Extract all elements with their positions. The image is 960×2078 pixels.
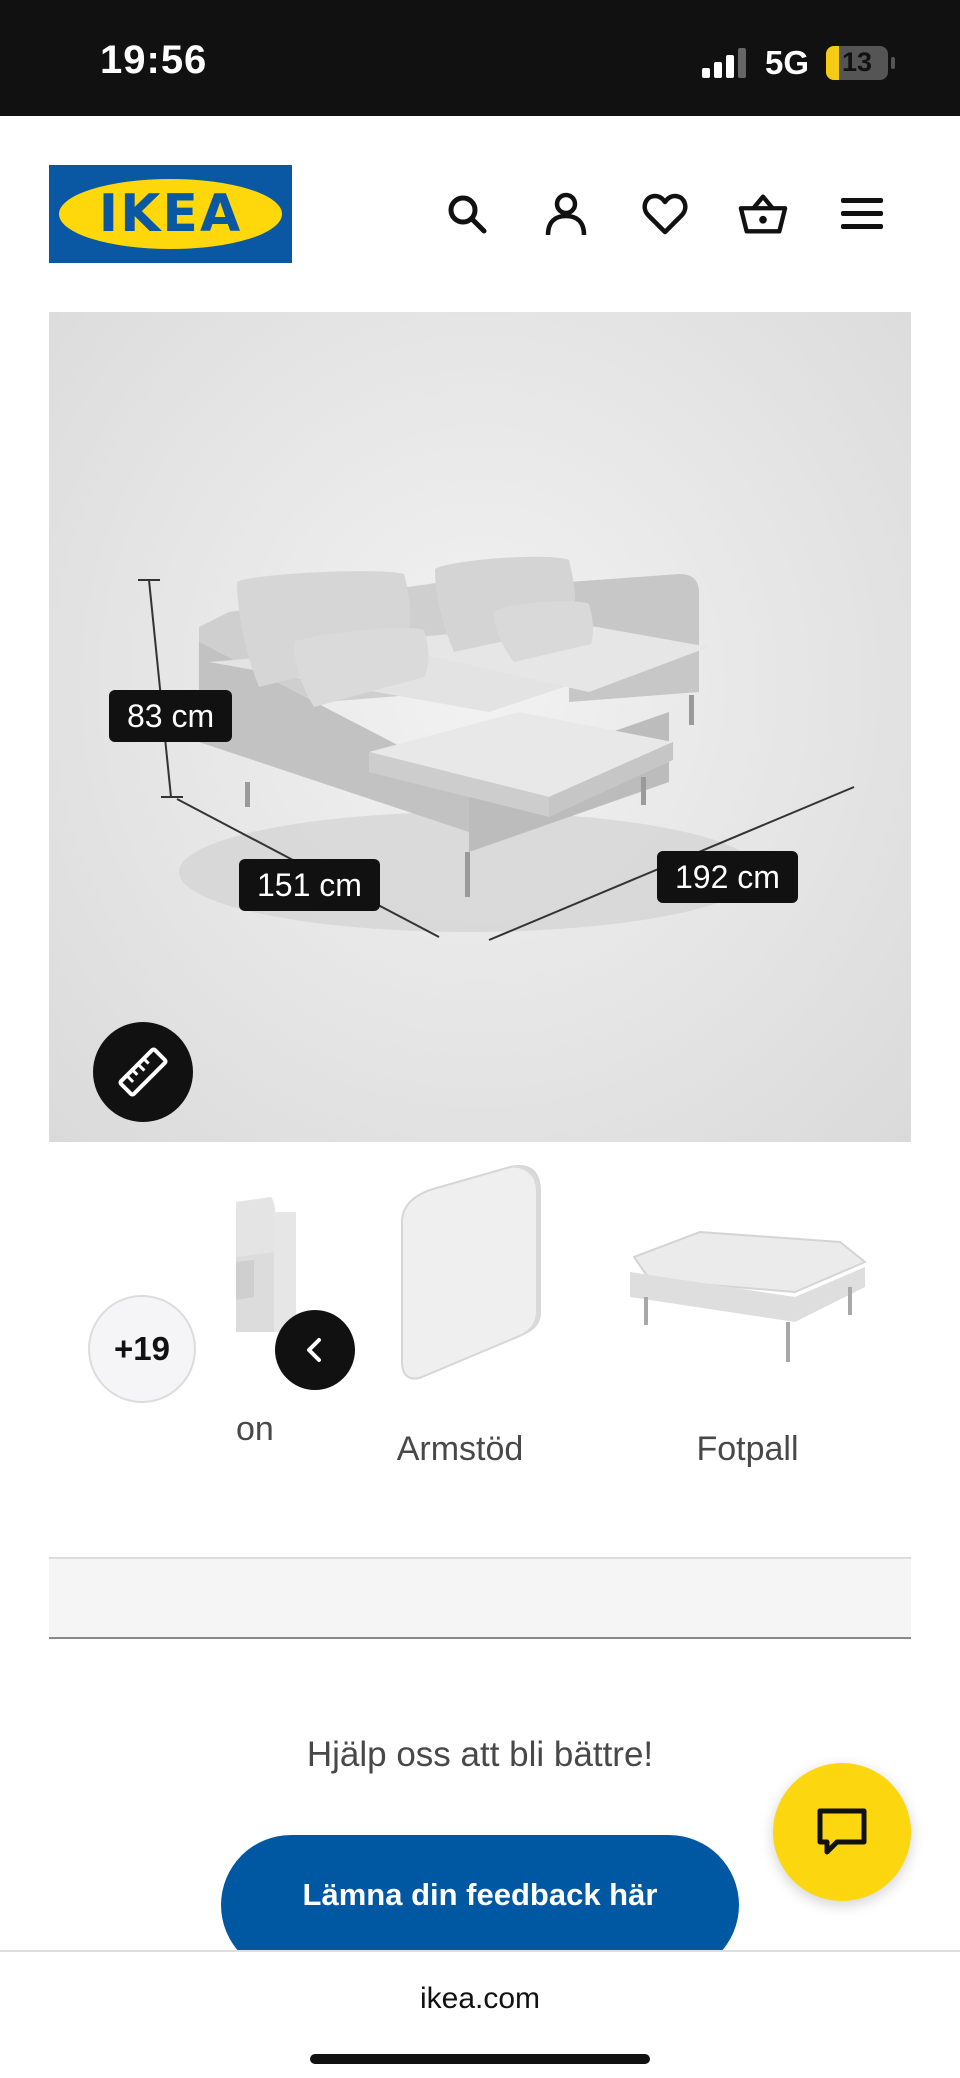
browser-url-bar[interactable]: ikea.com: [0, 1950, 960, 2078]
thumbnail-label: Armstöd: [396, 1430, 524, 1468]
thumbnail-footstool[interactable]: Fotpall: [620, 1162, 875, 1482]
battery-level: 13: [841, 47, 873, 77]
collapsed-section[interactable]: [49, 1557, 911, 1639]
measure-button[interactable]: [93, 1022, 193, 1122]
thumbnail-armrest[interactable]: Armstöd: [360, 1162, 560, 1482]
battery-tip: [891, 57, 895, 69]
ruler-icon: [118, 1047, 168, 1097]
more-images-button[interactable]: +19: [88, 1295, 196, 1403]
logo-text: IKEA: [98, 184, 243, 244]
heart-icon[interactable]: [640, 189, 690, 239]
carousel-prev-button[interactable]: [275, 1310, 355, 1390]
width-dimension-label: 192 cm: [657, 851, 798, 903]
url-text: ikea.com: [419, 1982, 541, 2015]
home-indicator: [310, 2054, 650, 2064]
thumbnail-partial[interactable]: on: [236, 1142, 306, 1482]
signal-icon: [702, 48, 746, 78]
status-time: 19:56: [100, 38, 208, 82]
thumbnail-label: on: [236, 1410, 274, 1448]
site-header: IKEA: [0, 116, 960, 312]
chevron-left-icon: [307, 1338, 321, 1362]
battery-icon: 13: [826, 46, 888, 80]
account-icon[interactable]: [541, 189, 591, 239]
height-dimension-label: 83 cm: [109, 690, 233, 742]
menu-icon[interactable]: [837, 189, 887, 239]
product-thumbnails: +19 on Armstöd Fotpall: [0, 1142, 960, 1482]
depth-dimension-label: 151 cm: [239, 859, 380, 911]
product-image[interactable]: 83 cm 151 cm 192 cm: [49, 312, 911, 1142]
ikea-logo[interactable]: IKEA: [49, 165, 292, 263]
chat-button[interactable]: [773, 1763, 911, 1901]
thumbnail-label: Fotpall: [696, 1430, 799, 1468]
status-bar: 19:56 5G 13: [0, 0, 960, 116]
basket-icon[interactable]: [738, 189, 788, 239]
network-type: 5G: [765, 44, 810, 81]
chat-icon: [817, 1808, 867, 1855]
search-icon[interactable]: [442, 189, 492, 239]
